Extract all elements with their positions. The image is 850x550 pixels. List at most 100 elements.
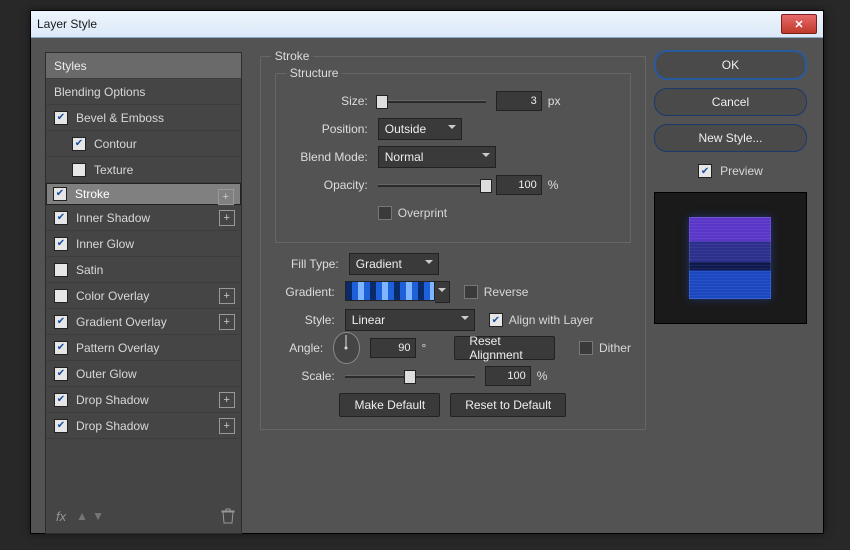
style-item-stroke[interactable]: ✔ Stroke +	[46, 183, 241, 205]
gradient-label: Gradient:	[275, 285, 335, 299]
fill-type-select[interactable]: Gradient	[349, 253, 439, 275]
chevron-down-icon	[438, 288, 446, 296]
style-item-texture[interactable]: ✔ Texture	[46, 157, 241, 183]
style-label: Contour	[94, 137, 137, 151]
style-item-drop-shadow-1[interactable]: ✔ Drop Shadow +	[46, 387, 241, 413]
gradient-style-select[interactable]: Linear	[345, 309, 475, 331]
overprint-checkbox[interactable]: ✔	[378, 206, 392, 220]
preview-box	[654, 192, 807, 324]
chevron-down-icon	[482, 153, 490, 161]
scale-slider[interactable]	[345, 375, 475, 378]
check-icon[interactable]: ✔	[54, 289, 68, 303]
check-icon[interactable]: ✔	[54, 237, 68, 251]
close-button[interactable]: ✕	[781, 14, 817, 34]
check-icon[interactable]: ✔	[54, 419, 68, 433]
make-default-button[interactable]: Make Default	[339, 393, 440, 417]
position-select[interactable]: Outside	[378, 118, 462, 140]
blend-mode-label: Blend Mode:	[290, 150, 368, 164]
style-item-inner-glow[interactable]: ✔ Inner Glow	[46, 231, 241, 257]
style-item-color-overlay[interactable]: ✔ Color Overlay +	[46, 283, 241, 309]
reset-to-default-button[interactable]: Reset to Default	[450, 393, 566, 417]
check-icon[interactable]: ✔	[53, 187, 67, 201]
check-icon[interactable]: ✔	[72, 137, 86, 151]
add-icon[interactable]: +	[218, 189, 234, 205]
trash-icon[interactable]	[221, 508, 235, 524]
style-item-drop-shadow-2[interactable]: ✔ Drop Shadow +	[46, 413, 241, 439]
style-label: Stroke	[75, 187, 110, 201]
preview-checkbox[interactable]: ✔	[698, 164, 712, 178]
angle-dial[interactable]	[333, 332, 359, 364]
scale-input[interactable]	[485, 366, 531, 386]
structure-group: Structure Size: px Position: Outside	[275, 73, 631, 243]
ok-button[interactable]: OK	[654, 50, 807, 80]
style-item-pattern-overlay[interactable]: ✔ Pattern Overlay	[46, 335, 241, 361]
style-item-satin[interactable]: ✔ Satin	[46, 257, 241, 283]
check-icon[interactable]: ✔	[54, 263, 68, 277]
check-icon[interactable]: ✔	[72, 163, 86, 177]
size-input[interactable]	[496, 91, 542, 111]
check-icon[interactable]: ✔	[54, 111, 68, 125]
style-label: Drop Shadow	[76, 419, 149, 433]
new-style-button[interactable]: New Style...	[654, 124, 807, 152]
align-checkbox[interactable]: ✔	[489, 313, 503, 327]
style-item-bevel[interactable]: ✔ Bevel & Emboss	[46, 105, 241, 131]
style-label: Inner Glow	[76, 237, 134, 251]
angle-label: Angle:	[275, 341, 323, 355]
dither-label: Dither	[599, 341, 631, 355]
opacity-unit: %	[548, 178, 559, 192]
add-icon[interactable]: +	[219, 418, 235, 434]
reverse-checkbox[interactable]: ✔	[464, 285, 478, 299]
check-icon[interactable]: ✔	[54, 393, 68, 407]
stroke-title: Stroke	[271, 49, 314, 63]
preview-swatch	[689, 217, 771, 299]
add-icon[interactable]: +	[219, 288, 235, 304]
chevron-down-icon	[461, 316, 469, 324]
up-arrow-icon[interactable]: ▲	[74, 509, 90, 523]
style-label: Inner Shadow	[76, 211, 150, 225]
check-icon[interactable]: ✔	[54, 367, 68, 381]
angle-input[interactable]	[370, 338, 416, 358]
size-unit: px	[548, 94, 561, 108]
check-icon[interactable]: ✔	[54, 341, 68, 355]
chevron-down-icon	[425, 260, 433, 268]
size-slider[interactable]	[378, 100, 486, 103]
layer-style-dialog: Layer Style ✕ Styles Blending Options ✔	[30, 10, 824, 534]
style-item-outer-glow[interactable]: ✔ Outer Glow	[46, 361, 241, 387]
structure-title: Structure	[286, 66, 343, 80]
opacity-label: Opacity:	[290, 178, 368, 192]
add-icon[interactable]: +	[219, 392, 235, 408]
down-arrow-icon[interactable]: ▼	[90, 509, 106, 523]
style-item-contour[interactable]: ✔ Contour	[46, 131, 241, 157]
position-label: Position:	[290, 122, 368, 136]
style-item-inner-shadow[interactable]: ✔ Inner Shadow +	[46, 205, 241, 231]
dither-checkbox[interactable]: ✔	[579, 341, 593, 355]
blend-mode-select[interactable]: Normal	[378, 146, 496, 168]
angle-unit: °	[422, 341, 427, 355]
scale-unit: %	[537, 369, 548, 383]
opacity-input[interactable]	[496, 175, 542, 195]
style-label: Color Overlay	[76, 289, 149, 303]
fx-menu-icon[interactable]: fx	[56, 509, 66, 524]
style-label: Bevel & Emboss	[76, 111, 164, 125]
check-icon[interactable]: ✔	[54, 315, 68, 329]
styles-list: Styles Blending Options ✔ Bevel & Emboss…	[45, 52, 242, 534]
window-title: Layer Style	[37, 17, 97, 31]
gradient-dropdown[interactable]	[435, 281, 450, 303]
align-label: Align with Layer	[509, 313, 594, 327]
styles-header[interactable]: Styles	[46, 53, 241, 79]
size-label: Size:	[290, 94, 368, 108]
gradient-picker[interactable]	[345, 281, 450, 303]
fill-type-label: Fill Type:	[279, 257, 339, 271]
titlebar[interactable]: Layer Style ✕	[31, 11, 823, 38]
reset-alignment-button[interactable]: Reset Alignment	[454, 336, 555, 360]
gradient-swatch[interactable]	[345, 281, 435, 301]
cancel-button[interactable]: Cancel	[654, 88, 807, 116]
opacity-slider[interactable]	[378, 184, 486, 187]
add-icon[interactable]: +	[219, 210, 235, 226]
blending-options[interactable]: Blending Options	[46, 79, 241, 105]
style-item-gradient-overlay[interactable]: ✔ Gradient Overlay +	[46, 309, 241, 335]
styles-footer: fx ▲ ▼	[46, 499, 241, 533]
check-icon[interactable]: ✔	[54, 211, 68, 225]
add-icon[interactable]: +	[219, 314, 235, 330]
style-label: Gradient Overlay	[76, 315, 167, 329]
